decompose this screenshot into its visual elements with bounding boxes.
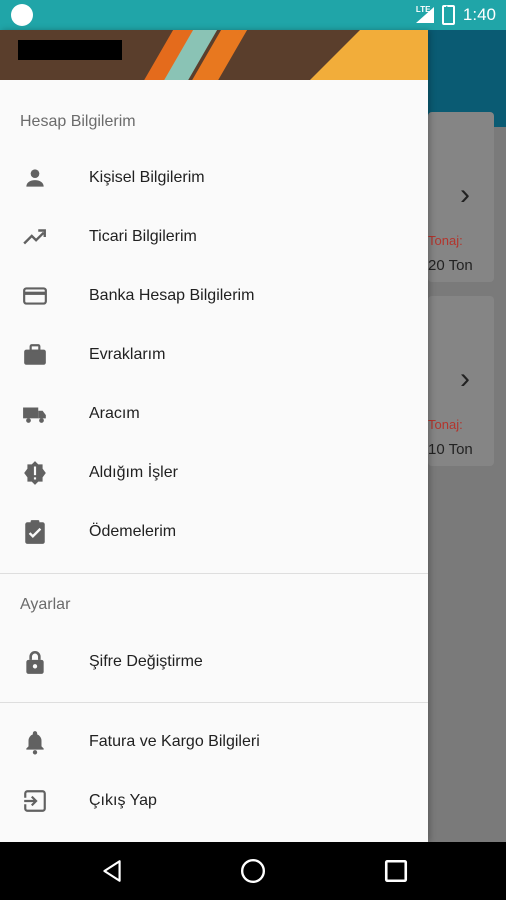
credit-card-icon — [23, 287, 47, 305]
truck-icon — [23, 407, 46, 423]
redacted-user-name — [18, 40, 122, 60]
trending-up-icon — [23, 229, 46, 245]
divider — [0, 573, 428, 574]
card-label: Tonaj: — [428, 417, 463, 432]
section-title-settings: Ayarlar — [20, 596, 71, 613]
card-value: 20 Ton — [428, 257, 473, 274]
navigation-drawer: Hesap Bilgilerim Kişisel Bilgilerim Tica… — [0, 30, 428, 842]
menu-item-personal-info[interactable]: Kişisel Bilgilerim — [0, 150, 428, 209]
section-title-account: Hesap Bilgilerim — [20, 113, 136, 130]
job-card[interactable]: › Tonaj: 20 Ton — [428, 112, 494, 282]
menu-item-documents[interactable]: Evraklarım — [0, 327, 428, 386]
exit-icon — [22, 790, 46, 812]
job-card[interactable]: › Tonaj: 10 Ton — [428, 296, 494, 466]
bell-icon — [26, 731, 44, 755]
card-value: 10 Ton — [428, 441, 473, 458]
back-icon[interactable] — [99, 858, 125, 884]
menu-item-payments[interactable]: Ödemelerim — [0, 504, 428, 563]
card-label: Tonaj: — [428, 233, 463, 248]
clipboard-check-icon — [25, 520, 45, 544]
menu-item-change-password[interactable]: Şifre Değiştirme — [0, 634, 428, 693]
drawer-header — [0, 30, 428, 80]
briefcase-icon — [24, 344, 46, 365]
menu-item-commercial-info[interactable]: Ticari Bilgilerim — [0, 209, 428, 268]
battery-icon — [441, 4, 455, 25]
person-icon — [26, 169, 44, 187]
system-nav-bar — [0, 842, 506, 900]
menu-item-my-jobs[interactable]: Aldığım İşler — [0, 445, 428, 504]
divider — [0, 702, 428, 703]
status-bar: LTE 1:40 — [0, 0, 506, 30]
menu-item-logout[interactable]: Çıkış Yap — [0, 773, 428, 832]
alert-badge-icon — [24, 461, 46, 485]
chevron-right-icon: › — [460, 362, 470, 395]
lock-icon — [26, 650, 44, 674]
clock: 1:40 — [462, 5, 496, 24]
menu-item-bank-info[interactable]: Banka Hesap Bilgilerim — [0, 268, 428, 327]
menu-item-invoice-shipping[interactable]: Fatura ve Kargo Bilgileri — [0, 714, 428, 773]
notification-icon — [11, 4, 33, 26]
recents-icon[interactable] — [383, 858, 409, 884]
menu-item-vehicle[interactable]: Aracım — [0, 386, 428, 445]
signal-icon: LTE — [415, 5, 434, 23]
home-icon[interactable] — [240, 858, 266, 884]
chevron-right-icon: › — [460, 178, 470, 211]
